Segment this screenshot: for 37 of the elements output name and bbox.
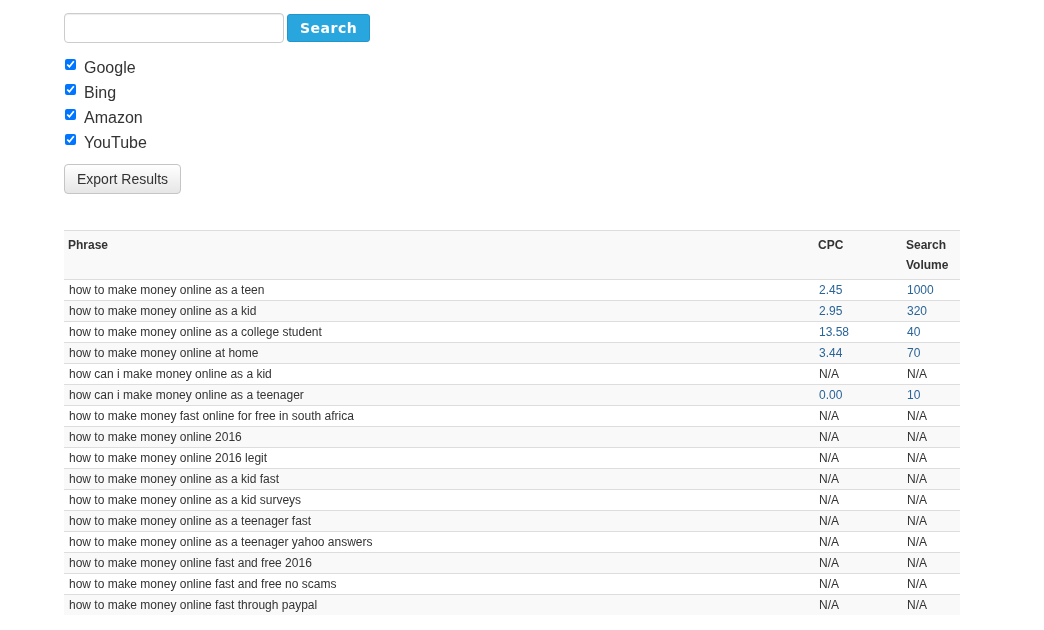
column-header: Phrase xyxy=(64,230,814,280)
table-cell: N/A xyxy=(902,552,960,574)
table-cell: how to make money online fast and free 2016 xyxy=(64,552,814,574)
search-field[interactable] xyxy=(64,13,284,43)
table-cell: how can i make money online as a teenager xyxy=(64,384,814,406)
table-cell: N/A xyxy=(814,552,902,574)
column-header: Search Volume xyxy=(902,230,960,280)
checkbox[interactable] xyxy=(65,84,76,95)
table-cell: how to make money online as a kid fast xyxy=(64,468,814,490)
table-cell: N/A xyxy=(902,594,960,615)
checkbox[interactable] xyxy=(65,109,76,120)
export-results-button[interactable]: Export Results xyxy=(64,164,182,194)
table-cell: N/A xyxy=(902,510,960,532)
table-cell: how to make money online at home xyxy=(64,342,814,364)
checkbox-label[interactable]: Amazon xyxy=(84,110,143,126)
checkbox-label[interactable]: Google xyxy=(84,60,136,76)
table-cell: N/A xyxy=(902,426,960,448)
table-cell: N/A xyxy=(814,468,902,490)
table-cell: N/A xyxy=(814,510,902,532)
checkbox[interactable] xyxy=(65,59,76,70)
table-cell: N/A xyxy=(814,426,902,448)
table-cell: N/A xyxy=(902,468,960,490)
table-cell: 10 xyxy=(902,384,960,406)
table-cell: 2.95 xyxy=(814,300,902,322)
table-cell: how to make money online as a teenager fast xyxy=(64,510,814,532)
table-cell: how to make money online as a kid xyxy=(64,300,814,322)
checkbox-label[interactable]: Bing xyxy=(84,85,117,101)
table-cell: 0.00 xyxy=(814,384,902,406)
table-cell: 70 xyxy=(902,342,960,364)
table-cell: how to make money online 2016 xyxy=(64,426,814,448)
checkbox[interactable] xyxy=(65,134,76,145)
table-cell: N/A xyxy=(814,594,902,615)
table-cell: 320 xyxy=(902,300,960,322)
table-cell: how to make money online fast through paypal xyxy=(64,594,814,615)
checkbox-label[interactable]: YouTube xyxy=(84,135,147,151)
column-header: CPC xyxy=(814,230,902,280)
table-cell: 3.44 xyxy=(814,342,902,364)
